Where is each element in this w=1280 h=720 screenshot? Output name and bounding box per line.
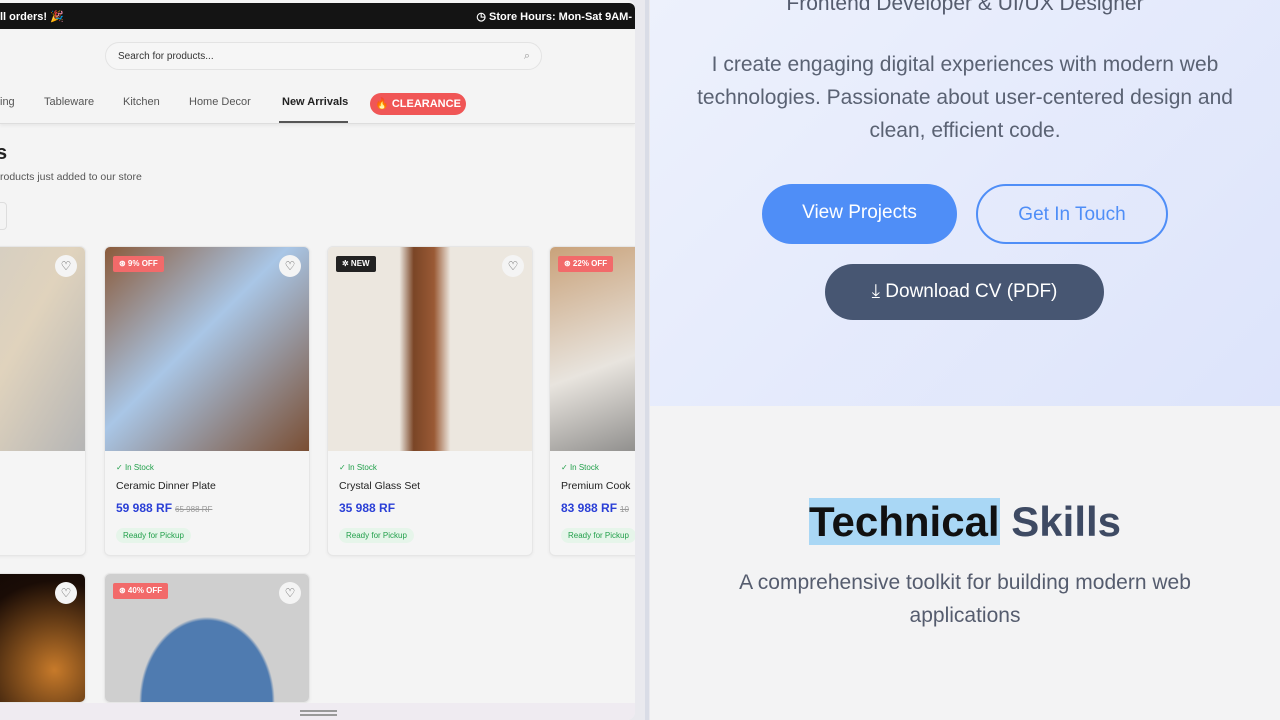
product-card[interactable]: ⊛ 22% OFF ✓ In Stock Premium Cook 83 988… [549,246,635,556]
product-card[interactable]: ♡ [0,573,86,703]
product-price: 59 988 RF 65 988 RF [116,501,213,515]
section-title: s [0,142,8,164]
pickup-badge: Ready for Pickup [339,528,414,543]
product-image [105,247,309,451]
product-image [328,247,532,451]
product-price: 35 988 RF [339,501,396,515]
heart-icon[interactable]: ♡ [502,255,524,277]
search-icon[interactable]: ⌕ [524,50,530,63]
nav-item-tableware[interactable]: Tableware [44,96,94,108]
new-badge: ✲ NEW [336,256,376,272]
skills-title: Technical Skills [808,498,1122,545]
clearance-button[interactable]: 🔥 CLEARANCE [370,93,466,115]
heart-icon[interactable]: ♡ [55,582,77,604]
stock-status: ✓ In Stock [339,463,377,472]
discount-badge: ⊛ 40% OFF [113,583,169,599]
bio-text: I create engaging digital experiences wi… [697,53,1233,142]
product-card[interactable]: ⊛ 40% OFF ♡ [104,573,310,703]
product-price: 83 988 RF 10 [561,501,629,515]
product-name[interactable]: Ceramic Dinner Plate [116,480,216,492]
product-name[interactable]: Crystal Glass Set [339,480,420,492]
announcement-text: ll orders! 🎉 [0,11,64,23]
drag-handle[interactable] [300,710,337,716]
nav-item-kitchen[interactable]: Kitchen [123,96,160,108]
role-subtitle: Frontend Developer & UI/UX Designer [786,0,1144,15]
product-image [550,247,635,451]
product-card[interactable]: ⊛ 9% OFF ♡ ✓ In Stock Ceramic Dinner Pla… [104,246,310,556]
download-icon: ⤓ [871,281,886,302]
hero-section: Frontend Developer & UI/UX Designer I cr… [650,0,1280,406]
store-hours: Store Hours: Mon-Sat 9AM- [489,11,632,23]
heart-icon[interactable]: ♡ [55,255,77,277]
search-input[interactable]: Search for products... ⌕ [105,42,542,70]
download-cv-button[interactable]: ⤓ Download CV (PDF) [825,264,1104,320]
nav-item-new-arrivals[interactable]: New Arrivals [282,96,348,108]
portfolio-window: Frontend Developer & UI/UX Designer I cr… [650,0,1280,720]
clock-icon: ◷ [476,11,489,23]
store-window: ll orders! 🎉 ◷ Store Hours: Mon-Sat 9AM-… [0,0,635,720]
get-in-touch-button[interactable]: Get In Touch [976,184,1168,244]
pickup-badge: Ready for Pickup [116,528,191,543]
product-card[interactable]: ✲ NEW ♡ ✓ In Stock Crystal Glass Set 35 … [327,246,533,556]
split-divider[interactable] [645,0,649,720]
heart-icon[interactable]: ♡ [279,582,301,604]
section-subtitle: roducts just added to our store [0,171,142,183]
nav-item[interactable]: ing [0,96,15,108]
view-projects-button[interactable]: View Projects [762,184,957,244]
active-tab-indicator [279,121,348,123]
nav-item-home-decor[interactable]: Home Decor [189,96,251,108]
filter-control[interactable] [0,202,7,230]
discount-badge: ⊛ 9% OFF [113,256,164,272]
announcement-bar: ll orders! 🎉 ◷ Store Hours: Mon-Sat 9AM- [0,3,635,29]
category-nav: ing Tableware Kitchen Home Decor New Arr… [0,84,635,124]
product-name[interactable]: Premium Cook [561,480,630,492]
stock-status: ✓ In Stock [561,463,599,472]
stock-status: ✓ In Stock [116,463,154,472]
pickup-badge: Ready for Pickup [561,528,635,543]
discount-badge: ⊛ 22% OFF [558,256,614,272]
product-card[interactable]: ♡ [0,246,86,556]
search-placeholder: Search for products... [118,51,214,62]
heart-icon[interactable]: ♡ [279,255,301,277]
skills-subtitle: A comprehensive toolkit for building mod… [739,571,1191,627]
product-image [0,247,85,451]
